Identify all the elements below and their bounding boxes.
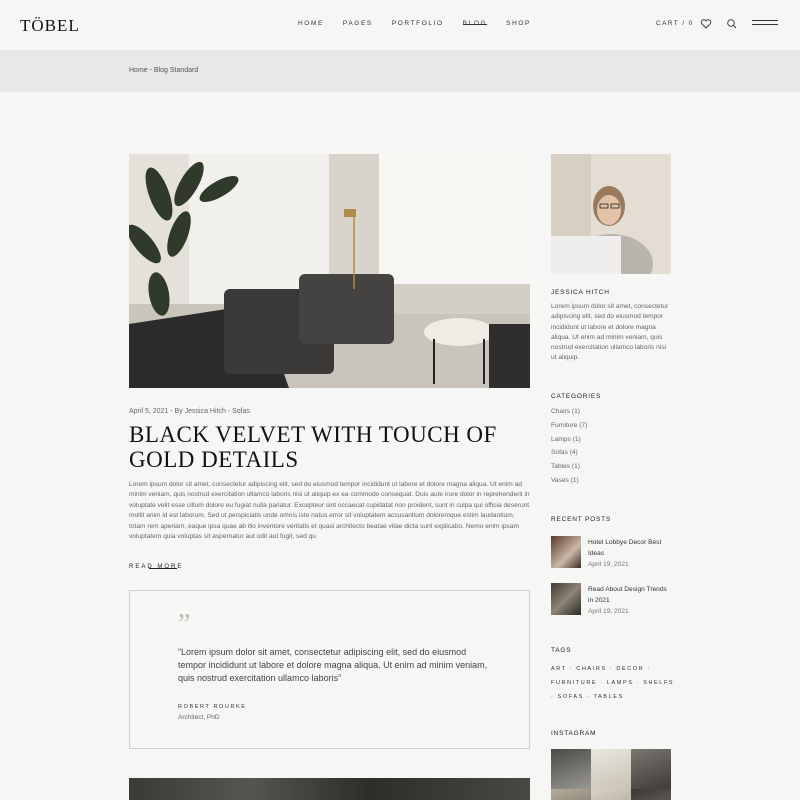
category-item[interactable]: Tables (1): [551, 463, 587, 477]
recent-post-item[interactable]: Read About Design Trends in 2021 April 1…: [551, 583, 671, 617]
author-photo: [551, 154, 671, 274]
recent-posts-heading: RECENT POSTS: [551, 516, 612, 523]
nav-item-home[interactable]: HOME: [298, 20, 324, 27]
site-logo[interactable]: TÖBEL: [20, 16, 80, 36]
instagram-photo[interactable]: [551, 789, 591, 800]
nav-item-pages[interactable]: PAGES: [343, 20, 373, 27]
breadcrumb-bar: Home - Blog Standard: [0, 50, 800, 92]
read-more-label: READ MORE: [129, 564, 184, 570]
quote-author: ROBERT ROURKE: [178, 704, 247, 710]
tags-cloud[interactable]: ART · CHAIRS · DECOR · FURNITURE · LAMPS…: [551, 663, 676, 704]
category-item[interactable]: Furniture (7): [551, 422, 587, 436]
nav-item-blog[interactable]: BLOG: [462, 20, 488, 27]
quote-mark-icon: ”: [178, 609, 191, 640]
author-bio: Lorem ipsum dolor sit amet, consectetur …: [551, 303, 669, 362]
nav-item-portfolio[interactable]: PORTFOLIO: [392, 20, 444, 27]
recent-post-date: April 19, 2021: [588, 608, 629, 615]
next-post-image[interactable]: [129, 778, 530, 800]
breadcrumb[interactable]: Home - Blog Standard: [129, 67, 198, 74]
category-item[interactable]: Lamps (1): [551, 436, 587, 450]
post-featured-image[interactable]: [129, 154, 530, 388]
cart-link[interactable]: CART / 0: [656, 20, 694, 27]
recent-post-thumbnail[interactable]: [551, 583, 581, 615]
instagram-photo[interactable]: [631, 749, 671, 789]
category-item[interactable]: Sofas (4): [551, 449, 587, 463]
post-excerpt: Lorem ipsum dolor sit amet, consectetur …: [129, 481, 530, 541]
instagram-photo[interactable]: [591, 789, 631, 800]
menu-icon[interactable]: [752, 20, 778, 28]
post-title[interactable]: BLACK VELVET WITH TOUCH OF GOLD DETAILS: [129, 422, 539, 472]
instagram-grid: [551, 749, 671, 800]
instagram-photo[interactable]: [591, 749, 631, 789]
recent-post-date: April 19, 2021: [588, 561, 629, 568]
category-item[interactable]: Vases (1): [551, 477, 587, 491]
categories-list: Chairs (1) Furniture (7) Lamps (1) Sofas…: [551, 408, 587, 491]
instagram-photo[interactable]: [551, 749, 591, 789]
nav-item-shop[interactable]: SHOP: [506, 20, 531, 27]
recent-post-title[interactable]: Hotel Lobbye Decor Best Ideas: [588, 538, 670, 559]
categories-heading: CATEGORIES: [551, 393, 602, 400]
heart-icon[interactable]: [700, 18, 712, 30]
search-icon[interactable]: [726, 18, 738, 30]
instagram-heading: INSTAGRAM: [551, 730, 597, 737]
main-nav: HOME PAGES PORTFOLIO BLOG SHOP: [298, 20, 550, 27]
quote-text: “Lorem ipsum dolor sit amet, consectetur…: [178, 647, 488, 683]
quote-block: ” “Lorem ipsum dolor sit amet, consectet…: [129, 590, 530, 749]
read-more-link[interactable]: READ MORE: [129, 564, 183, 570]
recent-post-title[interactable]: Read About Design Trends in 2021: [588, 585, 670, 606]
category-item[interactable]: Chairs (1): [551, 408, 587, 422]
post-meta[interactable]: April 5, 2021 - By Jessica Hitch - Sofas: [129, 408, 250, 415]
quote-author-role: Architect, PhD: [178, 714, 220, 721]
recent-post-thumbnail[interactable]: [551, 536, 581, 568]
site-header: TÖBEL HOME PAGES PORTFOLIO BLOG SHOP CAR…: [0, 0, 800, 50]
read-more-underline: [149, 568, 177, 569]
recent-post-item[interactable]: Hotel Lobbye Decor Best Ideas April 19, …: [551, 536, 671, 570]
instagram-photo[interactable]: [631, 789, 671, 800]
tags-heading: TAGS: [551, 647, 572, 654]
author-name: JESSICA HITCH: [551, 289, 610, 296]
